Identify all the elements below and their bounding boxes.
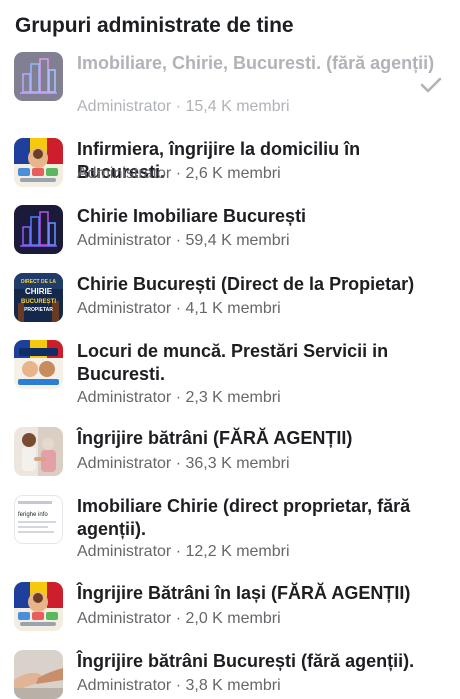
group-role: Administrator xyxy=(77,543,172,560)
group-name: Chirie București (Direct de la Propietar… xyxy=(77,274,415,294)
group-name: Imobiliare Chirie (direct proprietar, fă… xyxy=(77,496,411,539)
group-members: 3,8 K membri xyxy=(185,677,281,694)
group-meta: Administrator · 4,1 K membri xyxy=(77,299,281,319)
group-meta: Administrator · 15,4 K membri xyxy=(77,97,290,117)
group-role: Administrator xyxy=(77,232,172,249)
section-title: Grupuri administrate de tine xyxy=(15,14,294,37)
group-item[interactable]: Imobiliare, Chirie, Bucuresti. (fără age… xyxy=(0,52,460,122)
group-meta: Administrator · 12,2 K membri xyxy=(77,542,290,562)
group-role: Administrator xyxy=(77,300,172,317)
separator: · xyxy=(175,389,182,406)
group-meta: Administrator · 2,0 K membri xyxy=(77,609,281,629)
text-page-thumbnail: ferighe info xyxy=(14,495,63,544)
group-role: Administrator xyxy=(77,455,172,472)
jobs-collage-thumbnail xyxy=(14,340,63,389)
group-role: Administrator xyxy=(77,610,172,627)
city-skyline-thumbnail xyxy=(14,52,63,101)
group-role: Administrator xyxy=(77,98,172,115)
group-members: 36,3 K membri xyxy=(185,455,290,472)
group-item[interactable]: Locuri de muncă. Prestări Servicii in Bu… xyxy=(0,340,460,410)
group-item[interactable]: Îngrijire bătrâni București (fără agenți… xyxy=(0,650,460,699)
group-members: 2,6 K membri xyxy=(185,165,281,182)
poster-text: BUCUREȘTI xyxy=(21,299,56,305)
separator: · xyxy=(175,98,182,115)
group-name: Locuri de muncă. Prestări Servicii in Bu… xyxy=(77,341,389,384)
group-members: 4,1 K membri xyxy=(185,300,281,317)
separator: · xyxy=(175,455,182,472)
group-name: Îngrijire bătrâni București (fără agenți… xyxy=(77,651,415,671)
separator: · xyxy=(175,610,182,627)
group-name: Chirie Imobiliare București xyxy=(77,206,307,226)
group-meta: Administrator · 3,8 K membri xyxy=(77,676,281,696)
group-role: Administrator xyxy=(77,677,172,694)
group-members: 59,4 K membri xyxy=(185,232,290,249)
group-item[interactable]: DIRECT DE LA CHIRIE BUCUREȘTI PROPIETAR … xyxy=(0,273,460,325)
checkmark-icon xyxy=(420,77,442,93)
group-members: 12,2 K membri xyxy=(185,543,290,560)
group-members: 2,3 K membri xyxy=(185,389,281,406)
city-skyline-thumbnail xyxy=(14,205,63,254)
group-item[interactable]: ferighe info Imobiliare Chirie (direct p… xyxy=(0,495,460,565)
separator: · xyxy=(175,677,182,694)
separator: · xyxy=(175,543,182,560)
group-item[interactable]: Chirie Imobiliare București Administrato… xyxy=(0,205,460,257)
holding-hands-thumbnail xyxy=(14,650,63,699)
group-meta: Administrator · 2,6 K membri xyxy=(77,164,281,184)
poster-text: PROPIETAR xyxy=(24,307,53,313)
group-item[interactable]: Îngrijire bătrâni (FĂRĂ AGENȚII) Adminis… xyxy=(0,427,460,479)
separator: · xyxy=(175,232,182,249)
flag-collage-thumbnail xyxy=(14,138,63,187)
group-name: Îngrijire bătrâni (FĂRĂ AGENȚII) xyxy=(77,428,353,448)
group-item[interactable]: Infirmiera, îngrijire la domiciliu în Bu… xyxy=(0,138,460,190)
flag-collage-thumbnail xyxy=(14,582,63,631)
group-members: 2,0 K membri xyxy=(185,610,281,627)
thumb-label: ferighe info xyxy=(18,512,48,518)
group-role: Administrator xyxy=(77,165,172,182)
poster-text: DIRECT DE LA xyxy=(21,279,56,285)
separator: · xyxy=(175,300,182,317)
caregiver-photo-thumbnail xyxy=(14,427,63,476)
poster-text: CHIRIE xyxy=(25,287,53,296)
separator: · xyxy=(175,165,182,182)
group-name: Îngrijire Bătrâni în Iași (FĂRĂ AGENȚII) xyxy=(77,583,411,603)
group-meta: Administrator · 2,3 K membri xyxy=(77,388,281,408)
group-members: 15,4 K membri xyxy=(185,98,290,115)
chirie-poster-thumbnail: DIRECT DE LA CHIRIE BUCUREȘTI PROPIETAR xyxy=(14,273,63,322)
group-name: Imobiliare, Chirie, Bucuresti. (fără age… xyxy=(77,53,435,73)
group-meta: Administrator · 36,3 K membri xyxy=(77,454,290,474)
group-meta: Administrator · 59,4 K membri xyxy=(77,231,290,251)
group-role: Administrator xyxy=(77,389,172,406)
group-item[interactable]: Îngrijire Bătrâni în Iași (FĂRĂ AGENȚII)… xyxy=(0,582,460,634)
